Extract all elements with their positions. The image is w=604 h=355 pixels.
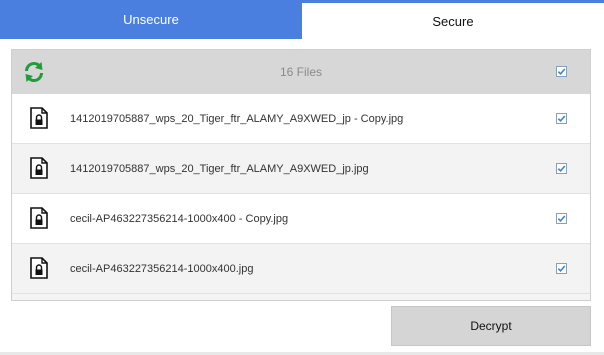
refresh-icon[interactable] (22, 60, 46, 84)
decrypt-button[interactable]: Decrypt (391, 306, 591, 346)
checkmark-icon (557, 215, 566, 223)
file-name: cecil-AP463227356214-1000x400 - Copy.jpg (70, 213, 289, 225)
tab-secure[interactable]: Secure (302, 0, 604, 39)
file-row[interactable]: cecil-AP463227356214-1000x400.jpg (12, 244, 590, 294)
file-name: 1412019705887_wps_20_Tiger_ftr_ALAMY_A9X… (70, 113, 404, 125)
file-row[interactable]: 1412019705887_wps_20_Tiger_ftr_ALAMY_A9X… (12, 144, 590, 194)
file-list-header: 16 Files (12, 50, 590, 95)
checkmark-icon (557, 115, 566, 123)
tab-unsecure[interactable]: Unsecure (0, 0, 302, 39)
checkmark-icon (557, 165, 566, 173)
file-checkbox[interactable] (556, 213, 567, 224)
tab-bar: Unsecure Secure (0, 0, 604, 42)
locked-file-icon (30, 157, 48, 179)
checkmark-icon (557, 68, 566, 76)
file-name: 1412019705887_wps_20_Tiger_ftr_ALAMY_A9X… (70, 163, 369, 175)
file-row[interactable]: cecil-AP463227356214-1000x400 - Copy.jpg (12, 194, 590, 244)
locked-file-icon (30, 257, 48, 279)
file-list-panel: 16 Files 1412019705887_wps_20_Tiger_ftr_… (11, 49, 591, 301)
locked-file-icon (30, 207, 48, 229)
file-row[interactable]: 1412019705887_wps_20_Tiger_ftr_ALAMY_A9X… (12, 94, 590, 144)
file-name: cecil-AP463227356214-1000x400.jpg (70, 263, 254, 275)
file-count-label: 16 Files (279, 65, 323, 79)
locked-file-icon (30, 107, 48, 129)
file-checkbox[interactable] (556, 263, 567, 274)
file-checkbox[interactable] (556, 113, 567, 124)
select-all-checkbox[interactable] (556, 66, 567, 77)
checkmark-icon (557, 265, 566, 273)
file-checkbox[interactable] (556, 163, 567, 174)
